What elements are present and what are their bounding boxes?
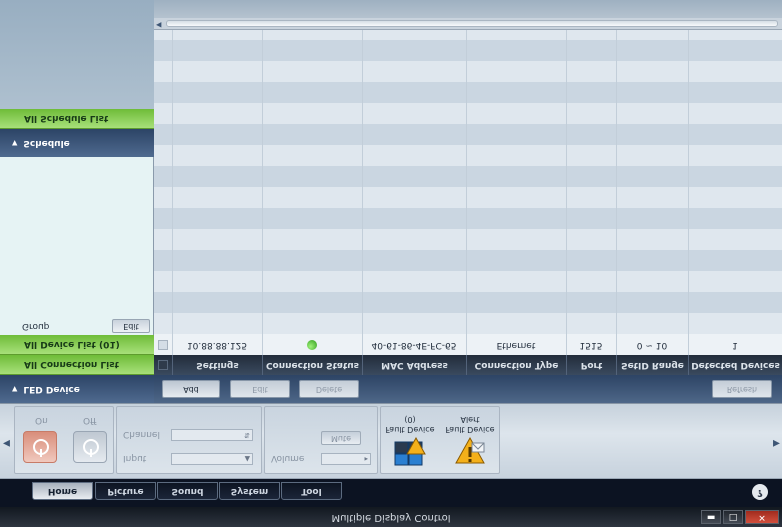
cell-settings: 10.88.88.125 xyxy=(186,340,248,350)
all-schedule-list-item[interactable]: All Schedule List xyxy=(0,109,154,129)
fault-device-alert-label: Fault Device Alert xyxy=(445,415,495,434)
slider-arrow-icon: ▸ xyxy=(364,455,368,463)
column-mac-address[interactable]: MAC Address xyxy=(362,355,466,375)
channel-stepper[interactable]: ⇅ xyxy=(171,429,253,441)
connection-status-icon xyxy=(307,340,317,351)
input-select[interactable]: ▲ xyxy=(171,453,253,465)
row-checkbox[interactable] xyxy=(158,340,168,350)
schedule-header[interactable]: ▼ Schedule xyxy=(0,129,154,157)
horizontal-scrollbar[interactable]: ◀ xyxy=(154,18,782,30)
column-port[interactable]: Port xyxy=(566,355,616,375)
fault-device-group: Fault Device (0) Fault Device Alert xyxy=(380,406,500,474)
tab-picture[interactable]: Picture xyxy=(95,482,156,500)
title-bar[interactable]: Multiple Display Control ▬ □ ✕ xyxy=(0,507,782,527)
cell-connection-status xyxy=(262,334,362,355)
cell-mac-address: 40-61-86-4E-FC-65 xyxy=(371,340,457,350)
maximize-button[interactable]: □ xyxy=(723,510,743,524)
edit-button[interactable]: Edit xyxy=(230,380,290,398)
column-divider xyxy=(362,30,363,355)
minimize-button[interactable]: ▬ xyxy=(701,510,721,524)
volume-slider[interactable]: ▸ xyxy=(321,453,371,465)
input-label: Input xyxy=(123,453,147,463)
ribbon-panel: ◀ ▶ On Off Input ▲ Channel ⇅ Volume ▸ Mu… xyxy=(0,403,782,479)
power-icon xyxy=(33,439,49,455)
scroll-left-icon[interactable]: ◀ xyxy=(156,21,161,29)
fault-device-icon xyxy=(394,436,426,467)
group-edit-button[interactable]: Edit xyxy=(112,319,150,333)
scrollbar-thumb[interactable] xyxy=(166,20,778,27)
power-off-button[interactable] xyxy=(73,431,107,463)
all-connection-list-item[interactable]: All Connection List xyxy=(0,355,154,375)
collapse-icon: ▼ xyxy=(12,139,18,147)
tab-strip: Home Picture Sound System Tool ? xyxy=(0,479,782,507)
mute-button[interactable]: Mute xyxy=(321,431,361,445)
column-settings[interactable]: Settings xyxy=(172,355,262,375)
column-divider xyxy=(262,30,263,355)
column-divider xyxy=(172,30,173,355)
power-icon xyxy=(83,439,99,455)
chevron-down-icon: ▲ xyxy=(244,455,250,463)
column-setid-range[interactable]: SetID Range xyxy=(616,355,688,375)
column-connection-status[interactable]: Connection Status xyxy=(262,355,362,375)
fault-device-count-button[interactable]: Fault Device (0) xyxy=(385,407,435,467)
off-label: Off xyxy=(83,415,97,425)
led-device-header[interactable]: ▼ LED Device xyxy=(0,375,154,403)
led-device-label: LED Device xyxy=(23,384,80,394)
cell-detected-devices: 1 xyxy=(732,340,738,350)
input-group: Input ▲ Channel ⇅ xyxy=(116,406,262,474)
tab-home[interactable]: Home xyxy=(32,482,93,500)
window-title: Multiple Display Control xyxy=(331,512,451,523)
refresh-button[interactable]: Refresh xyxy=(712,380,772,398)
select-all-checkbox[interactable] xyxy=(158,360,168,370)
cell-connection-type: Ethernet xyxy=(496,340,536,350)
ribbon-scroll-left-icon[interactable]: ◀ xyxy=(3,432,10,448)
help-icon[interactable]: ? xyxy=(752,484,768,500)
delete-button[interactable]: Delete xyxy=(299,380,359,398)
column-divider xyxy=(616,30,617,355)
cell-port: 1515 xyxy=(579,340,603,350)
window-controls: ▬ □ ✕ xyxy=(701,510,779,524)
fault-device-alert-button[interactable]: Fault Device Alert xyxy=(445,407,495,467)
cell-setid-range: 0 ~ 10 xyxy=(636,340,668,350)
schedule-label: Schedule xyxy=(23,138,70,148)
on-label: On xyxy=(35,415,48,425)
volume-label: Volume xyxy=(271,453,305,463)
add-button[interactable]: Add xyxy=(162,380,220,398)
device-toolbar: Add Edit Delete Refresh xyxy=(154,375,782,403)
stepper-arrows-icon: ⇅ xyxy=(244,431,250,439)
column-divider xyxy=(466,30,467,355)
tab-tool[interactable]: Tool xyxy=(281,482,342,500)
power-group: On Off xyxy=(14,406,114,474)
ribbon-scroll-right-icon[interactable]: ▶ xyxy=(773,432,780,448)
close-button[interactable]: ✕ xyxy=(745,510,779,524)
collapse-icon: ▼ xyxy=(12,385,18,393)
schedule-panel xyxy=(0,0,154,109)
device-table: 10.88.88.125 40-61-86-4E-FC-65 Ethernet … xyxy=(154,30,782,355)
tab-sound[interactable]: Sound xyxy=(157,482,218,500)
group-label: Group xyxy=(22,321,50,331)
app-window: Multiple Display Control ▬ □ ✕ Home Pict… xyxy=(0,0,782,527)
fault-device-count-label: Fault Device (0) xyxy=(385,415,435,434)
tab-system[interactable]: System xyxy=(219,482,280,500)
table-header: Settings Connection Status MAC Address C… xyxy=(154,355,782,375)
main-bottom-area xyxy=(154,0,782,18)
main-area: Add Edit Delete Refresh Settings Connect… xyxy=(154,0,782,403)
column-detected-devices[interactable]: Detected Devices xyxy=(688,355,782,375)
channel-label: Channel xyxy=(123,429,160,439)
power-on-button[interactable] xyxy=(23,431,57,463)
column-connection-type[interactable]: Connection Type xyxy=(466,355,566,375)
left-panel: ▼ LED Device All Connection List All Devi… xyxy=(0,0,154,403)
column-divider xyxy=(566,30,567,355)
warning-mail-icon xyxy=(454,436,486,467)
all-device-list-item[interactable]: All Device List (01) xyxy=(0,335,154,355)
column-divider xyxy=(688,30,689,355)
volume-group: Volume ▸ Mute xyxy=(264,406,378,474)
